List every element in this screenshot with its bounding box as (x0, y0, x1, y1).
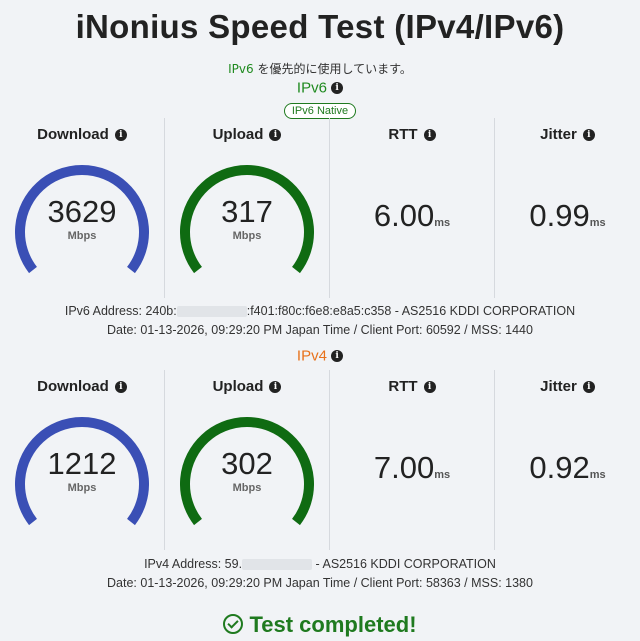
download-unit: Mbps (67, 230, 97, 242)
upload-unit: Mbps (232, 482, 262, 494)
jitter-readout: 0.92ms (495, 450, 640, 486)
upload-title: Upload i (165, 378, 329, 395)
ipv4-info-icon[interactable]: i (331, 350, 344, 363)
ipv4-download-card: Download i 1212 Mbps (0, 370, 165, 550)
rtt-readout: 7.00ms (330, 450, 494, 486)
rtt-value: 7.00 (373, 450, 435, 485)
jitter-unit: ms (589, 469, 606, 481)
download-value: 1212 (47, 446, 117, 481)
upload-title: Upload i (165, 126, 329, 143)
ipv6-info-icon[interactable]: i (331, 82, 344, 95)
ipv6-jitter-card: Jitter i 0.99ms (495, 118, 640, 298)
protocol-preference-note: IPv6 を優先的に使用しています。 (0, 60, 640, 77)
ipv4-section-label: IPv4 i (0, 347, 640, 365)
preferred-protocol: IPv6 (228, 62, 254, 76)
jitter-info-icon[interactable]: i (582, 129, 595, 142)
check-circle-icon (223, 614, 244, 635)
ipv6-results-row: Download i 3629 Mbps Upload i 317 Mbps RTT… (0, 118, 640, 298)
page-title: iNonius Speed Test (IPv4/IPv6) (75, 8, 565, 45)
download-label: Download (37, 126, 109, 143)
download-value: 3629 (47, 194, 117, 229)
rtt-unit: ms (434, 469, 451, 481)
ipv4-address-suffix: - AS2516 KDDI CORPORATION (312, 557, 496, 571)
upload-value: 302 (221, 446, 273, 481)
ipv6-date-line: Date: 01-13-2026, 09:29:20 PM Japan Time… (107, 323, 533, 337)
download-title: Download i (0, 126, 164, 143)
ipv6-address-line: IPv6 Address: 240b: :f401:f80c:f6e8:e8a5:… (0, 304, 640, 318)
download-label: Download (37, 378, 109, 395)
jitter-value: 0.99 (529, 198, 590, 233)
ipv4-address-line: IPv4 Address: 59. - AS2516 KDDI CORPORAT… (0, 557, 640, 571)
jitter-value: 0.92 (529, 450, 590, 485)
jitter-unit: ms (589, 217, 606, 229)
download-title: Download i (0, 378, 164, 395)
jitter-readout: 0.99ms (495, 198, 640, 234)
jitter-info-icon[interactable]: i (582, 381, 595, 394)
jitter-label: Jitter (540, 126, 577, 143)
rtt-info-icon[interactable]: i (423, 381, 436, 394)
ipv4-rtt-card: RTT i 7.00ms (330, 370, 495, 550)
upload-value: 317 (221, 194, 273, 229)
rtt-label: RTT (388, 378, 418, 395)
test-status: Test completed! (0, 612, 640, 638)
download-info-icon[interactable]: i (114, 381, 127, 394)
rtt-readout: 6.00ms (330, 198, 494, 234)
ipv4-label: IPv4 (296, 347, 327, 365)
jitter-title: Jitter i (495, 126, 640, 143)
rtt-title: RTT i (330, 378, 494, 395)
preference-text: を優先的に使用しています。 (253, 62, 412, 76)
ipv6-section-label: IPv6 i (0, 79, 640, 97)
ipv4-address-prefix: IPv4 Address: 59. (144, 557, 243, 571)
upload-unit: Mbps (232, 230, 262, 242)
ipv6-download-card: Download i 3629 Mbps (0, 118, 165, 298)
status-text: Test completed! (249, 612, 417, 637)
upload-label: Upload (212, 126, 264, 143)
download-unit: Mbps (67, 482, 97, 494)
rtt-unit: ms (434, 217, 451, 229)
ipv4-date-line: Date: 01-13-2026, 09:29:20 PM Japan Time… (107, 576, 533, 590)
jitter-title: Jitter i (495, 378, 640, 395)
ipv6-label: IPv6 (296, 79, 327, 97)
ipv4-jitter-card: Jitter i 0.92ms (495, 370, 640, 550)
upload-label: Upload (212, 378, 264, 395)
rtt-label: RTT (388, 126, 418, 143)
ipv6-native-badge-wrap: IPv6 Native (0, 101, 640, 119)
redaction-mask (176, 306, 247, 318)
upload-info-icon[interactable]: i (269, 381, 282, 394)
rtt-value: 6.00 (373, 198, 435, 233)
rtt-info-icon[interactable]: i (423, 129, 436, 142)
ipv6-address-suffix: :f401:f80c:f6e8:e8a5:c358 - AS2516 KDDI … (246, 304, 576, 318)
ipv6-upload-card: Upload i 317 Mbps (165, 118, 330, 298)
upload-info-icon[interactable]: i (269, 129, 282, 142)
ipv4-results-row: Download i 1212 Mbps Upload i 302 Mbps RTT… (0, 370, 640, 550)
jitter-label: Jitter (540, 378, 577, 395)
ipv6-rtt-card: RTT i 6.00ms (330, 118, 495, 298)
ipv6-native-badge: IPv6 Native (283, 103, 357, 119)
redaction-mask (242, 559, 313, 571)
download-info-icon[interactable]: i (114, 129, 127, 142)
rtt-title: RTT i (330, 126, 494, 143)
ipv6-address-prefix: IPv6 Address: 240b: (64, 304, 177, 318)
ipv4-upload-card: Upload i 302 Mbps (165, 370, 330, 550)
